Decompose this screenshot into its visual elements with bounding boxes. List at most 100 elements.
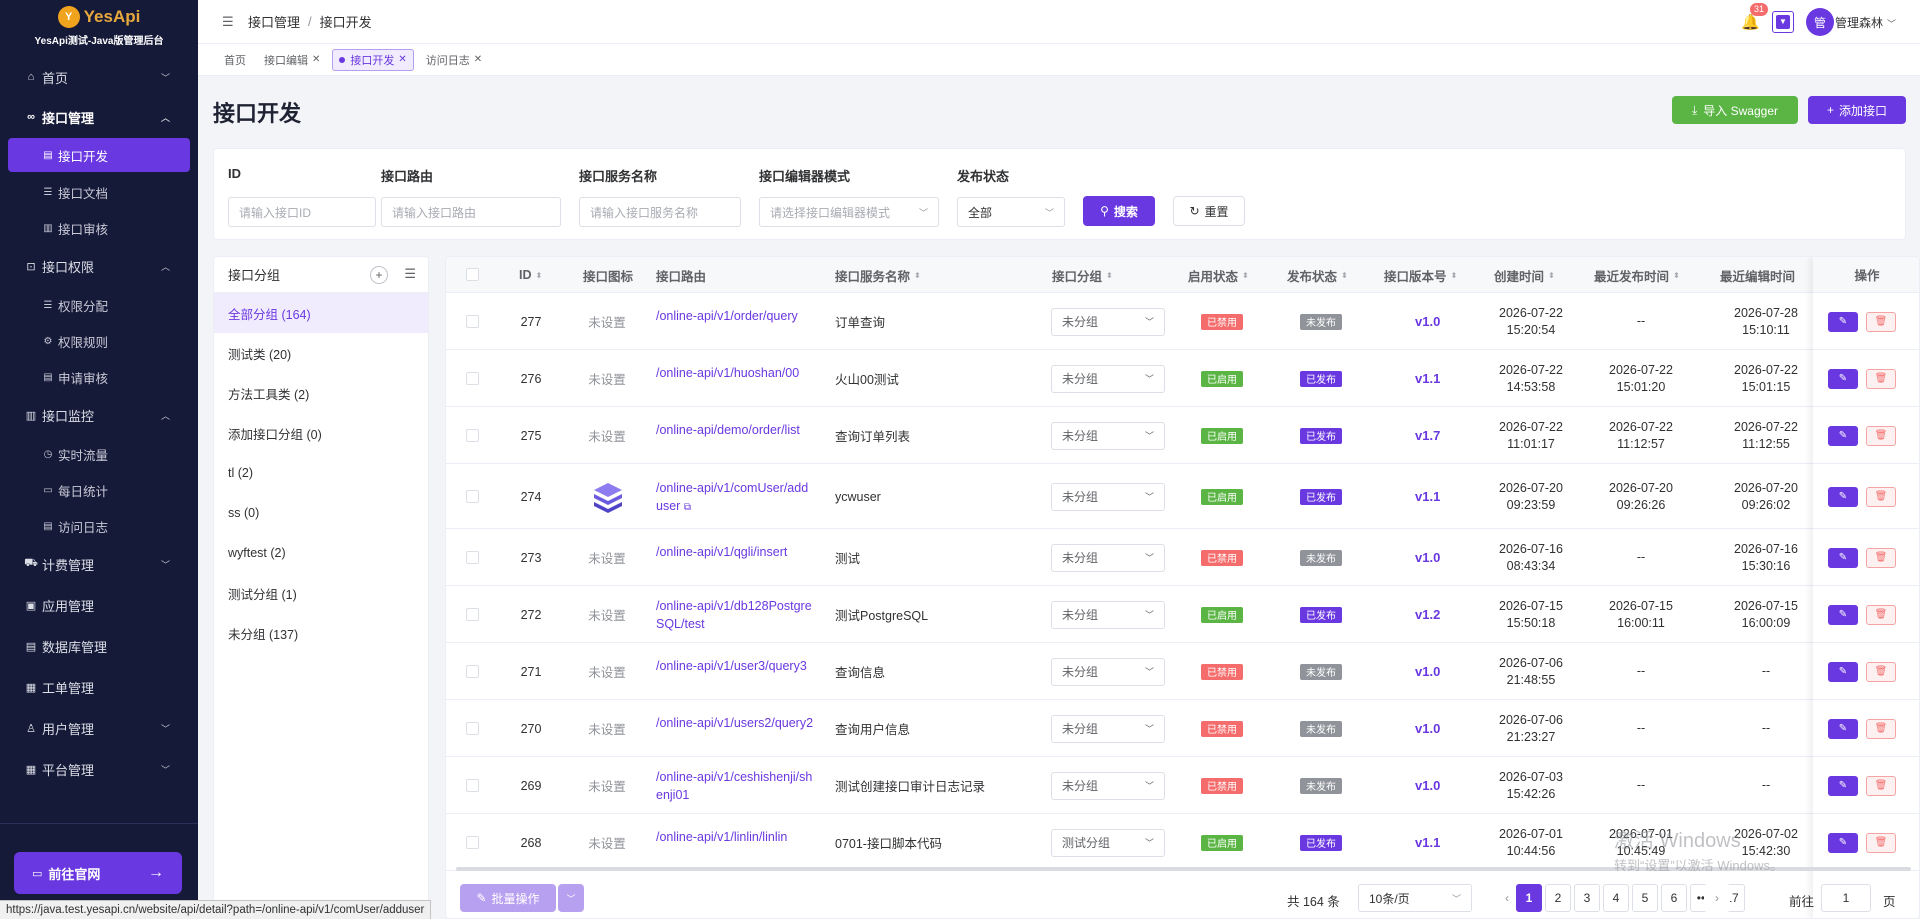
- sidebar-item-billing[interactable]: ⛟ 计费管理 ﹀: [0, 544, 198, 584]
- tab-api-edit[interactable]: 接口编辑 ✕: [258, 49, 326, 71]
- theme-toggle-button[interactable]: ▼: [1772, 11, 1794, 33]
- edit-button[interactable]: ✎: [1828, 832, 1858, 853]
- group-item[interactable]: wyftest (2): [214, 533, 428, 573]
- sidebar-item-api-monitor[interactable]: ▥ 接口监控 ︿: [0, 395, 198, 435]
- api-route-link[interactable]: /online-api/v1/users2/query2: [656, 714, 813, 732]
- row-checkbox[interactable]: [466, 314, 479, 328]
- group-item[interactable]: 未分组 (137): [214, 613, 428, 653]
- group-select[interactable]: 未分组 ﹀: [1051, 307, 1165, 336]
- sidebar-item-api-perm[interactable]: ⊡ 接口权限 ︿: [0, 246, 198, 286]
- edit-button[interactable]: ✎: [1828, 775, 1858, 796]
- group-select[interactable]: 未分组 ﹀: [1051, 600, 1165, 629]
- add-api-button[interactable]: + 添加接口: [1808, 96, 1906, 124]
- delete-button[interactable]: 🗑: [1866, 425, 1896, 446]
- delete-button[interactable]: 🗑: [1866, 547, 1896, 568]
- delete-button[interactable]: 🗑: [1866, 368, 1896, 389]
- group-select[interactable]: 未分组 ﹀: [1051, 714, 1165, 743]
- api-route-link[interactable]: /online-api/v1/db128Postgre SQL/test: [656, 597, 812, 633]
- page-button[interactable]: 5: [1632, 884, 1658, 912]
- page-button[interactable]: 4: [1603, 884, 1629, 912]
- menu-icon[interactable]: ☰: [404, 266, 416, 282]
- col-created[interactable]: 创建时间 ⬍: [1494, 257, 1555, 293]
- row-checkbox[interactable]: [466, 550, 479, 564]
- sidebar-item-api-docs[interactable]: ☰ 接口文档: [0, 174, 198, 210]
- sidebar-item-realtime[interactable]: ◷ 实时流量: [0, 436, 198, 472]
- col-group[interactable]: 接口分组 ⬍: [1052, 257, 1113, 293]
- col-id[interactable]: ID ⬍: [519, 257, 542, 293]
- sidebar-item-platform[interactable]: ▦ 平台管理 ﹀: [0, 749, 198, 789]
- sidebar-item-api-mgmt[interactable]: ∞ 接口管理 ︿: [0, 97, 198, 137]
- row-checkbox[interactable]: [466, 664, 479, 678]
- api-route-link[interactable]: /online-api/v1/order/query: [656, 307, 798, 325]
- editor-select[interactable]: 请选择接口编辑器模式 ﹀: [759, 197, 939, 227]
- api-route-link[interactable]: /online-api/v1/ceshishenji/sh enji01: [656, 768, 812, 804]
- group-item[interactable]: 全部分组 (164): [214, 293, 428, 333]
- page-button[interactable]: 1: [1516, 884, 1542, 912]
- col-service[interactable]: 接口服务名称 ⬍: [835, 257, 921, 293]
- select-all-checkbox[interactable]: [466, 268, 479, 281]
- id-input[interactable]: 请输入接口ID: [228, 197, 376, 227]
- tab-api-dev[interactable]: 接口开发 ✕: [332, 48, 414, 71]
- batch-action-button[interactable]: ✎ 批量操作: [460, 884, 556, 912]
- api-route-link[interactable]: /online-api/v1/qgli/insert: [656, 543, 787, 561]
- close-icon[interactable]: ✕: [398, 54, 406, 65]
- menu-fold-icon[interactable]: ☰: [222, 14, 234, 30]
- delete-button[interactable]: 🗑: [1866, 718, 1896, 739]
- group-item[interactable]: tl (2): [214, 453, 428, 493]
- next-page-button[interactable]: ›: [1704, 884, 1730, 912]
- copy-icon[interactable]: ⧉: [684, 502, 691, 513]
- api-route-link[interactable]: /online-api/v1/user3/query3: [656, 657, 807, 675]
- delete-button[interactable]: 🗑: [1866, 604, 1896, 625]
- tab-home[interactable]: 首页: [218, 49, 252, 71]
- delete-button[interactable]: 🗑: [1866, 661, 1896, 682]
- col-edited[interactable]: 最近编辑时间: [1720, 257, 1795, 293]
- sidebar-item-home[interactable]: ⌂ 首页 ﹀: [0, 57, 198, 97]
- delete-button[interactable]: 🗑: [1866, 311, 1896, 332]
- delete-button[interactable]: 🗑: [1866, 486, 1896, 507]
- sidebar-item-perm-apply[interactable]: ▤ 申请审核: [0, 359, 198, 395]
- group-select[interactable]: 测试分组 ﹀: [1051, 828, 1165, 857]
- group-item[interactable]: 测试分组 (1): [214, 573, 428, 613]
- add-group-icon[interactable]: +: [370, 266, 388, 284]
- close-icon[interactable]: ✕: [312, 54, 320, 65]
- col-publish[interactable]: 发布状态 ⬍: [1287, 257, 1348, 293]
- group-select[interactable]: 未分组 ﹀: [1051, 364, 1165, 393]
- group-select[interactable]: 未分组 ﹀: [1051, 771, 1165, 800]
- col-version[interactable]: 接口版本号 ⬍: [1384, 257, 1457, 293]
- user-menu[interactable]: 管理森林 ﹀: [1835, 14, 1896, 31]
- row-checkbox[interactable]: [466, 607, 479, 621]
- row-checkbox[interactable]: [466, 371, 479, 385]
- goto-page-input[interactable]: 1: [1821, 884, 1871, 912]
- api-route-link[interactable]: /online-api/v1/linlin/linlin: [656, 828, 787, 846]
- api-route-link[interactable]: /online-api/v1/huoshan/00: [656, 364, 799, 382]
- group-item[interactable]: 测试类 (20): [214, 333, 428, 373]
- edit-button[interactable]: ✎: [1828, 604, 1858, 625]
- service-input[interactable]: 请输入接口服务名称: [579, 197, 741, 227]
- status-select[interactable]: 全部 ﹀: [957, 197, 1065, 227]
- page-size-select[interactable]: 10条/页 ﹀: [1358, 884, 1472, 912]
- page-button[interactable]: 2: [1545, 884, 1571, 912]
- tab-access-log[interactable]: 访问日志 ✕: [420, 49, 488, 71]
- sidebar-item-users[interactable]: ♙ 用户管理 ﹀: [0, 708, 198, 748]
- sidebar-item-perm-rules[interactable]: ⚙ 权限规则: [0, 323, 198, 359]
- col-published[interactable]: 最近发布时间 ⬍: [1594, 257, 1680, 293]
- avatar[interactable]: 管: [1806, 8, 1834, 36]
- close-icon[interactable]: ✕: [474, 54, 482, 65]
- col-enable[interactable]: 启用状态 ⬍: [1188, 257, 1249, 293]
- edit-button[interactable]: ✎: [1828, 311, 1858, 332]
- delete-button[interactable]: 🗑: [1866, 832, 1896, 853]
- search-button[interactable]: ⚲ 搜索: [1083, 196, 1155, 226]
- edit-button[interactable]: ✎: [1828, 425, 1858, 446]
- row-checkbox[interactable]: [466, 835, 479, 849]
- group-item[interactable]: ss (0): [214, 493, 428, 533]
- page-button[interactable]: 3: [1574, 884, 1600, 912]
- breadcrumb-item[interactable]: 接口管理: [248, 12, 300, 31]
- group-select[interactable]: 未分组 ﹀: [1051, 543, 1165, 572]
- batch-dropdown-button[interactable]: ﹀: [558, 884, 584, 912]
- group-item[interactable]: 方法工具类 (2): [214, 373, 428, 413]
- page-button[interactable]: 6: [1661, 884, 1687, 912]
- row-checkbox[interactable]: [466, 778, 479, 792]
- sidebar-item-tickets[interactable]: ▦ 工单管理: [0, 667, 198, 707]
- edit-button[interactable]: ✎: [1828, 718, 1858, 739]
- sidebar-item-apps[interactable]: ▣ 应用管理: [0, 585, 198, 625]
